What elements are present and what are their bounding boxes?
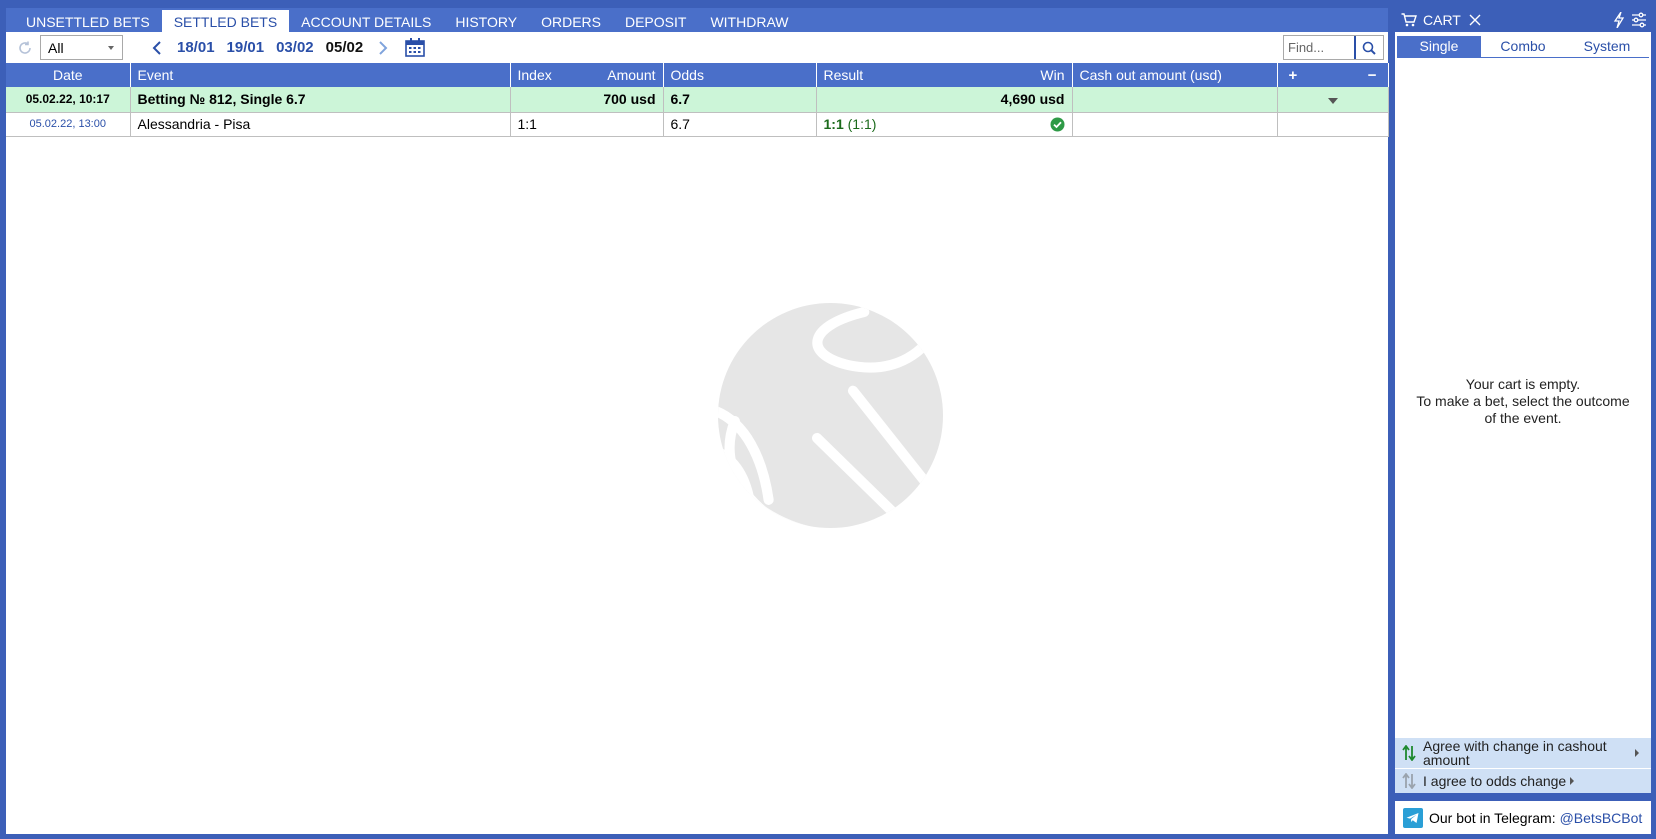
column-header-win[interactable]: Win — [1040, 67, 1064, 83]
filter-select-value: All — [48, 39, 64, 56]
column-header-amount[interactable]: Amount — [607, 67, 655, 83]
table-header-row: Date Event Index Amount Odds Result Win … — [6, 63, 1389, 87]
main-tabs: UNSETTLED BETS SETTLED BETS ACCOUNT DETA… — [6, 8, 1388, 32]
result-halftime: (1:1) — [847, 116, 877, 132]
expand-all-button[interactable]: + — [1289, 67, 1298, 84]
bet-title: Betting № 812, Single 6.7 — [130, 87, 511, 113]
cart-tab-system[interactable]: System — [1565, 36, 1649, 57]
event-name: Alessandria - Pisa — [130, 112, 511, 137]
cart-panel: CART Single Combo System Your cart is em… — [1395, 8, 1651, 834]
agree-cashout-label: Agree with change in cashout amount — [1423, 738, 1607, 768]
prev-date-button[interactable] — [147, 37, 167, 59]
search-button[interactable] — [1354, 36, 1381, 59]
column-header-odds[interactable]: Odds — [663, 63, 817, 87]
bet-summary-row[interactable]: 05.02.22, 10:17 Betting № 812, Single 6.… — [6, 87, 1389, 113]
cart-icon — [1401, 13, 1417, 27]
bet-date: 05.02.22, 10:17 — [6, 87, 131, 113]
event-extra — [1277, 112, 1389, 137]
lightning-icon[interactable] — [1613, 12, 1625, 28]
caret-right-icon — [1570, 777, 1575, 785]
next-date-button[interactable] — [373, 37, 393, 59]
cart-tabs: Single Combo System — [1397, 36, 1649, 58]
telegram-bot-link[interactable]: @BetsBCBot — [1560, 810, 1643, 826]
tab-deposit[interactable]: DEPOSIT — [613, 10, 698, 32]
settings-sliders-icon[interactable] — [1631, 12, 1647, 28]
column-header-result[interactable]: Result — [824, 67, 864, 83]
column-header-index-amount: Index Amount — [510, 63, 664, 87]
tab-history[interactable]: HISTORY — [443, 10, 529, 32]
chevron-down-icon — [108, 46, 114, 50]
date-link-current[interactable]: 05/02 — [326, 39, 364, 56]
close-cart-button[interactable] — [1469, 14, 1481, 26]
column-header-result-win: Result Win — [816, 63, 1073, 87]
event-cashout — [1072, 112, 1278, 137]
column-header-event[interactable]: Event — [130, 63, 511, 87]
search-box — [1283, 35, 1384, 60]
event-date: 05.02.22, 13:00 — [6, 112, 131, 137]
expand-collapse-header: + − — [1277, 63, 1389, 87]
cart-tab-single[interactable]: Single — [1397, 36, 1481, 57]
bets-table: Date Event Index Amount Odds Result Win … — [6, 63, 1389, 137]
date-link[interactable]: 19/01 — [227, 39, 265, 56]
date-link[interactable]: 03/02 — [276, 39, 314, 56]
tab-settled-bets[interactable]: SETTLED BETS — [161, 10, 290, 32]
cart-empty-line: of the event. — [1484, 410, 1562, 426]
date-link[interactable]: 18/01 — [177, 39, 215, 56]
event-index: 1:1 — [510, 112, 664, 137]
cart-title: CART — [1423, 12, 1461, 28]
collapse-all-button[interactable]: − — [1368, 67, 1377, 84]
bet-amount: 700 usd — [510, 87, 664, 113]
bet-cashout — [1072, 87, 1278, 113]
bets-panel: UNSETTLED BETS SETTLED BETS ACCOUNT DETA… — [6, 8, 1389, 834]
agree-odds-change-option[interactable]: I agree to odds change — [1395, 769, 1651, 793]
cart-header: CART — [1395, 8, 1651, 32]
arrows-up-down-grey-icon — [1402, 773, 1416, 789]
event-result: 1:1 (1:1) — [816, 112, 1073, 137]
filter-select[interactable]: All — [40, 35, 123, 60]
agree-cashout-change-option[interactable]: Agree with change in cashout amount — [1395, 738, 1651, 768]
cart-body: Single Combo System Your cart is empty. … — [1395, 32, 1651, 793]
close-icon — [1469, 14, 1481, 26]
event-odds: 6.7 — [663, 112, 817, 137]
column-header-date[interactable]: Date — [6, 63, 131, 87]
telegram-text: Our bot in Telegram: — [1429, 809, 1556, 826]
agree-odds-label: I agree to odds change — [1423, 773, 1567, 789]
cart-tab-combo[interactable]: Combo — [1481, 36, 1565, 57]
arrows-up-down-green-icon — [1402, 745, 1416, 761]
cart-empty-line: To make a bet, select the outcome — [1416, 393, 1630, 409]
tab-account-details[interactable]: ACCOUNT DETAILS — [289, 10, 443, 32]
column-header-index[interactable]: Index — [518, 67, 552, 83]
telegram-bot-bar: Our bot in Telegram: @BetsBCBot — [1395, 801, 1651, 834]
check-circle-icon — [1050, 117, 1064, 131]
chevron-down-icon — [1327, 98, 1338, 105]
calendar-button[interactable] — [405, 38, 425, 57]
tab-orders[interactable]: ORDERS — [529, 10, 613, 32]
search-input[interactable] — [1284, 40, 1354, 55]
chevron-left-icon — [152, 40, 161, 55]
cart-empty-message: Your cart is empty. To make a bet, selec… — [1395, 376, 1651, 427]
caret-right-icon — [1635, 749, 1639, 757]
refresh-button[interactable] — [14, 37, 36, 59]
bet-detail-row: 05.02.22, 13:00 Alessandria - Pisa 1:1 6… — [6, 112, 1389, 137]
tab-unsettled-bets[interactable]: UNSETTLED BETS — [14, 10, 162, 32]
tab-withdraw[interactable]: WITHDRAW — [698, 10, 800, 32]
chevron-right-icon — [379, 40, 388, 55]
telegram-icon — [1403, 807, 1423, 828]
result-score: 1:1 — [823, 116, 844, 132]
football-watermark-icon — [718, 303, 943, 528]
search-icon — [1362, 41, 1376, 55]
bet-odds: 6.7 — [663, 87, 817, 113]
refresh-icon — [19, 41, 31, 54]
toolbar: All 18/01 19/01 03/02 05/02 — [6, 32, 1388, 63]
bet-win: 4,690 usd — [816, 87, 1073, 113]
column-header-cashout[interactable]: Cash out amount (usd) — [1072, 63, 1278, 87]
expand-row-button[interactable] — [1277, 87, 1389, 113]
calendar-icon — [405, 38, 425, 57]
cart-empty-line: Your cart is empty. — [1465, 376, 1581, 392]
